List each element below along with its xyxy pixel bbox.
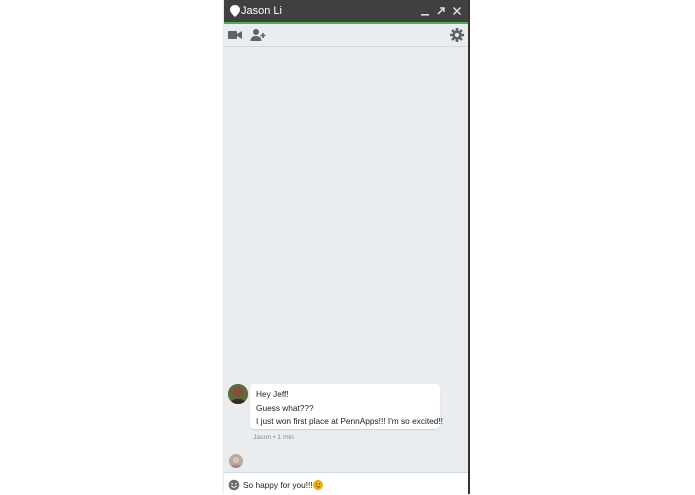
chat-toolbar bbox=[224, 24, 468, 47]
location-pin-icon bbox=[230, 5, 240, 17]
message-line: I just won first place at PennApps!!! I'… bbox=[256, 416, 443, 426]
sender-avatar[interactable] bbox=[228, 384, 248, 404]
message-line: Guess what??? bbox=[256, 403, 314, 413]
minimize-icon[interactable] bbox=[418, 4, 432, 18]
chat-title: Jason Li bbox=[241, 5, 282, 17]
message-line: Hey Jeff! bbox=[256, 389, 289, 399]
message-meta: Jason • 1 min bbox=[253, 434, 294, 441]
add-person-icon[interactable] bbox=[250, 27, 266, 43]
compose-text: So happy for you!!! bbox=[243, 480, 313, 490]
message-bubble: Hey Jeff! Guess what??? I just won first… bbox=[250, 384, 443, 429]
compose-input[interactable]: So happy for you!!! bbox=[243, 480, 323, 490]
gear-icon[interactable] bbox=[449, 27, 465, 43]
chat-title-bar: Jason Li bbox=[224, 0, 468, 24]
video-camera-icon[interactable] bbox=[227, 27, 243, 43]
tongue-emoji-icon bbox=[312, 480, 323, 490]
read-receipt-photo bbox=[229, 454, 243, 468]
window-edge bbox=[468, 0, 470, 494]
avatar-photo bbox=[228, 384, 248, 404]
emoji-picker-icon[interactable] bbox=[228, 479, 240, 491]
message-compose[interactable]: So happy for you!!! bbox=[224, 472, 468, 495]
close-icon[interactable] bbox=[450, 4, 464, 18]
read-receipt-avatar bbox=[229, 454, 243, 468]
popout-icon[interactable] bbox=[434, 4, 448, 18]
